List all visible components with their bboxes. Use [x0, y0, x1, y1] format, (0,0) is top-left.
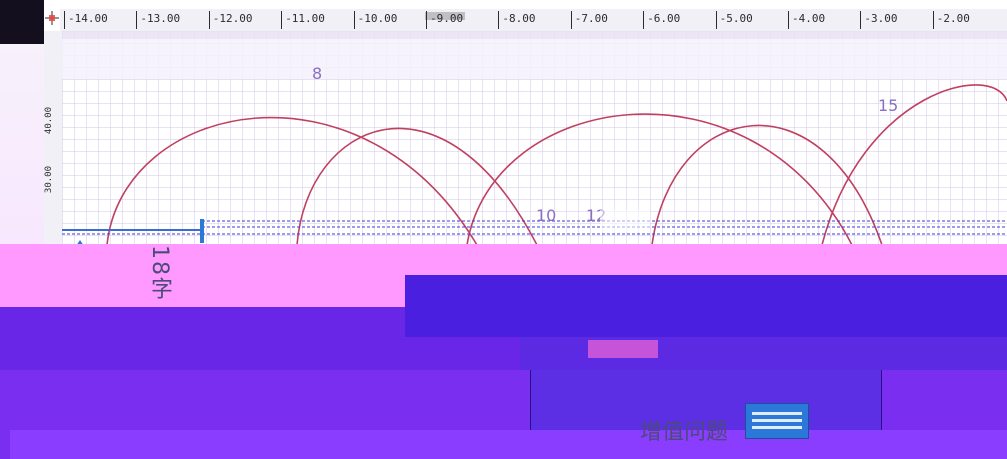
ruler-tick-label: -13.00 — [140, 12, 181, 25]
caption: 增值问题 — [640, 420, 729, 445]
left-toolbar[interactable] — [0, 44, 44, 250]
ruler-tick-label: -4.00 — [792, 12, 826, 25]
ruler-tick-label: -5.00 — [719, 12, 753, 25]
marker-mid-left: 10 — [536, 206, 557, 225]
canvas[interactable] — [62, 31, 1007, 245]
artifact-1 — [425, 12, 465, 20]
vertical-ruler-label-2: 30.00 — [44, 166, 54, 194]
ruler-tick-label: -7.00 — [574, 12, 608, 25]
badge-line-2 — [752, 419, 802, 422]
ruler-tick-mark — [353, 11, 355, 29]
ruler-tick-label: -12.00 — [212, 12, 253, 25]
top-left-corner — [0, 0, 44, 44]
ruler-tick-label: -8.00 — [502, 12, 536, 25]
ruler-tick-mark — [715, 11, 717, 29]
ruler-tick-label: -2.00 — [936, 12, 970, 25]
vertical-ruler[interactable]: 40.00 30.00 — [44, 31, 63, 245]
ruler-tick-label: -11.00 — [285, 12, 325, 25]
ruler-tick-mark — [570, 11, 572, 29]
ruler-tick-mark — [860, 11, 862, 29]
ruler-tick-mark — [136, 11, 138, 29]
artifact-3 — [600, 210, 650, 232]
ruler-tick-mark — [64, 11, 65, 29]
badge-icon[interactable] — [745, 403, 809, 439]
badge-line-3 — [752, 426, 802, 429]
ruler-tick-mark — [208, 11, 210, 29]
lower-right-region — [405, 275, 1007, 337]
marker-right-top: 15 — [878, 96, 899, 115]
ruler-tick-mark — [281, 11, 283, 29]
ui-root: -14.00 -13.00 -12.00 -11.00 -10.00 -9.00 -8.00… — [0, 0, 1007, 459]
ruler-tick-mark — [788, 11, 789, 29]
ruler-tick-mark — [498, 11, 500, 29]
corner-crosshair-icon[interactable] — [44, 10, 60, 26]
ruler-tick-mark — [932, 11, 934, 29]
badge-line-1 — [752, 412, 802, 415]
ruler-tick-label: -10.00 — [357, 12, 398, 25]
vertical-ruler-label-1: 40.00 — [44, 107, 54, 135]
ruler-tick-label: -6.00 — [647, 12, 681, 25]
bottom-strip — [10, 430, 1007, 459]
vertical-label: 18字 — [147, 245, 172, 301]
ruler-tick-mark — [643, 11, 645, 29]
marker-left-top: 8 — [312, 64, 323, 83]
horizontal-ruler[interactable]: -14.00 -13.00 -12.00 -11.00 -10.00 -9.00 -8.00… — [60, 9, 1007, 32]
artifact-2 — [588, 340, 658, 358]
ruler-tick-label: -14.00 — [68, 12, 108, 25]
ruler-tick-label: -3.00 — [864, 12, 898, 25]
